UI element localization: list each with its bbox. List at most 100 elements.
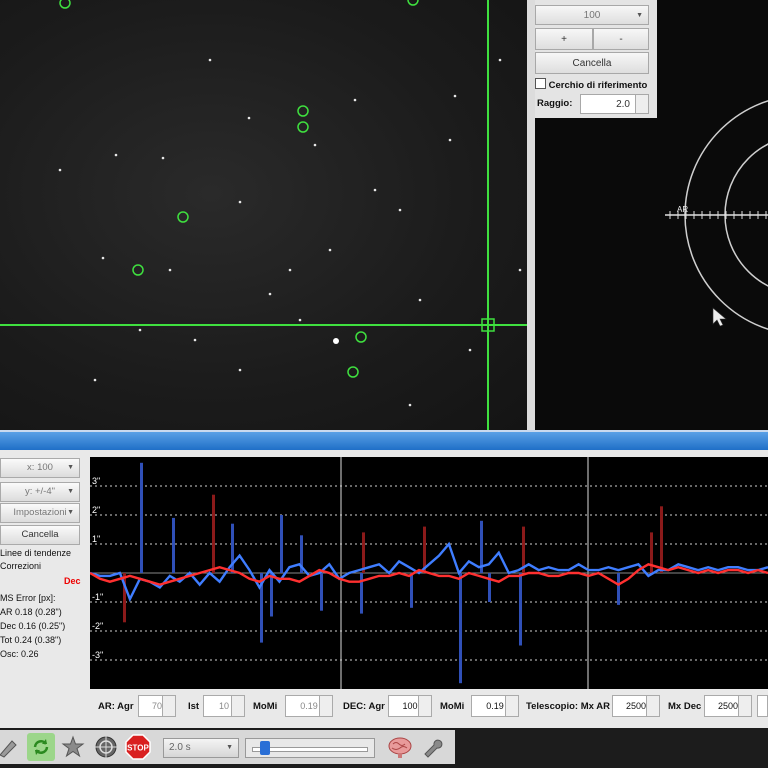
pencil-icon[interactable] <box>0 733 22 761</box>
graph-clear-button[interactable]: Cancella <box>0 525 80 545</box>
star <box>328 248 332 252</box>
star <box>288 268 292 272</box>
ref-circle-option[interactable]: Cerchio di riferimento <box>535 78 647 91</box>
target-clear-button[interactable]: Cancella <box>535 52 649 74</box>
momi-dec-input[interactable]: 0.19 <box>471 695 519 717</box>
momi-ar-input[interactable]: 0.19 <box>285 695 333 717</box>
star <box>453 94 457 98</box>
star <box>114 153 118 157</box>
dec-agr-label: DEC: Agr <box>343 701 385 712</box>
guide-star-marker <box>297 121 309 133</box>
brain-icon[interactable] <box>386 733 414 761</box>
zoom-minus-button[interactable]: - <box>593 28 649 50</box>
zoom-select[interactable]: 100 ▼ <box>535 5 649 25</box>
star <box>58 168 62 172</box>
mx-dec-label: Mx Dec <box>668 701 702 712</box>
exposure-select[interactable]: 2.0 s ▼ <box>163 738 239 758</box>
star <box>448 138 452 142</box>
guide-params-bar: AR: Agr 70 Ist 10 MoMi 0.19 DEC: Agr 100… <box>88 690 768 726</box>
star <box>268 292 272 296</box>
corrections-checkbox[interactable]: Correzioni <box>0 561 41 571</box>
guide-star-marker <box>177 211 189 223</box>
correction-bar <box>660 506 663 573</box>
guide-star-marker <box>297 105 309 117</box>
settings-select[interactable]: Impostazioni ▼ <box>0 503 80 523</box>
radius-label: Raggio: <box>537 98 573 109</box>
correction-bar <box>280 515 283 573</box>
momi-dec-label: MoMi <box>440 701 465 712</box>
guide-target-icon[interactable] <box>92 733 120 761</box>
correction-bar <box>270 573 273 617</box>
telescope-mx-ar-label: Telescopio: Mx AR <box>526 701 610 712</box>
guide-chart: 3" 2" 1" -1" -2" -3" <box>89 457 768 689</box>
trend-lines-checkbox[interactable]: Linee di tendenze <box>0 548 71 558</box>
rms-tot: Tot 0.24 (0.38") <box>0 635 62 645</box>
star <box>138 328 142 332</box>
correction-bar <box>140 462 143 573</box>
momi-ar-label: MoMi <box>253 701 278 712</box>
graph-controls: x: 100 ▼ y: +/-4" ▼ Impostazioni ▼ Cancella… <box>0 450 88 690</box>
rms-osc: Osc: 0.26 <box>0 649 39 659</box>
star <box>93 378 97 382</box>
guide-star-marker <box>59 0 71 9</box>
guide-camera-view[interactable] <box>0 0 527 430</box>
correction-bar <box>519 573 522 646</box>
gamma-slider[interactable] <box>245 738 375 758</box>
ar-agr-label: AR: Agr <box>98 701 134 712</box>
correction-bar <box>362 532 365 573</box>
star-field <box>0 0 527 430</box>
correction-bar <box>650 532 653 573</box>
wrench-icon[interactable] <box>418 733 446 761</box>
rms-title: MS Error [px]: <box>0 593 56 603</box>
star <box>408 403 412 407</box>
star <box>161 156 165 160</box>
correction-bar <box>459 573 462 684</box>
radius-input[interactable]: 2.0 <box>580 94 649 114</box>
correction-bar <box>617 573 620 605</box>
guide-graph-panel: x: 100 ▼ y: +/-4" ▼ Impostazioni ▼ Cancella… <box>0 450 768 728</box>
correction-bar <box>212 494 215 573</box>
ref-circle-checkbox[interactable] <box>535 78 546 89</box>
ar-agr-input[interactable]: 70 <box>138 695 176 717</box>
mx-dec-input[interactable]: 2500 <box>704 695 752 717</box>
guide-star-marker <box>347 366 359 378</box>
ist-label: Ist <box>188 701 200 712</box>
rms-ar: AR 0.18 (0.28") <box>0 607 62 617</box>
correction-bar <box>360 573 363 614</box>
star <box>101 256 105 260</box>
y-tick-label: -2" <box>92 621 103 631</box>
star <box>498 58 502 62</box>
star <box>238 200 242 204</box>
star-select-icon[interactable] <box>59 733 87 761</box>
stop-icon[interactable]: STOP <box>124 733 152 761</box>
y-tick-label: 1" <box>92 534 100 544</box>
mx-ar-input[interactable]: 2500 <box>612 695 660 717</box>
overflow-input[interactable] <box>757 695 768 717</box>
star <box>373 188 377 192</box>
dec-agr-input[interactable]: 100 <box>388 695 432 717</box>
guide-chart-svg: 3" 2" 1" -1" -2" -3" <box>89 457 768 689</box>
slider-thumb[interactable] <box>260 741 270 755</box>
star <box>247 116 251 120</box>
y-tick-label: 3" <box>92 476 100 486</box>
loop-icon[interactable] <box>27 733 55 761</box>
target-controls: 100 ▼ + - Cancella Cerchio di riferimento… <box>535 0 657 118</box>
correction-bar <box>320 573 323 611</box>
guide-star-marker <box>407 0 419 6</box>
star <box>238 368 242 372</box>
y-tick-label: -3" <box>92 650 103 660</box>
y-scale-select[interactable]: y: +/-4" ▼ <box>0 482 80 502</box>
x-scale-select[interactable]: x: 100 ▼ <box>0 458 80 478</box>
guide-star-marker <box>132 264 144 276</box>
star <box>468 348 472 352</box>
dec-legend: Dec <box>64 576 81 586</box>
y-tick-label: 2" <box>92 505 100 515</box>
bright-star <box>333 338 339 344</box>
star <box>168 268 172 272</box>
star <box>298 318 302 322</box>
zoom-plus-button[interactable]: + <box>535 28 593 50</box>
star <box>518 268 522 272</box>
target-reticle: AR <box>665 100 768 330</box>
ist-input[interactable]: 10 <box>203 695 245 717</box>
mouse-cursor-icon <box>712 307 727 327</box>
